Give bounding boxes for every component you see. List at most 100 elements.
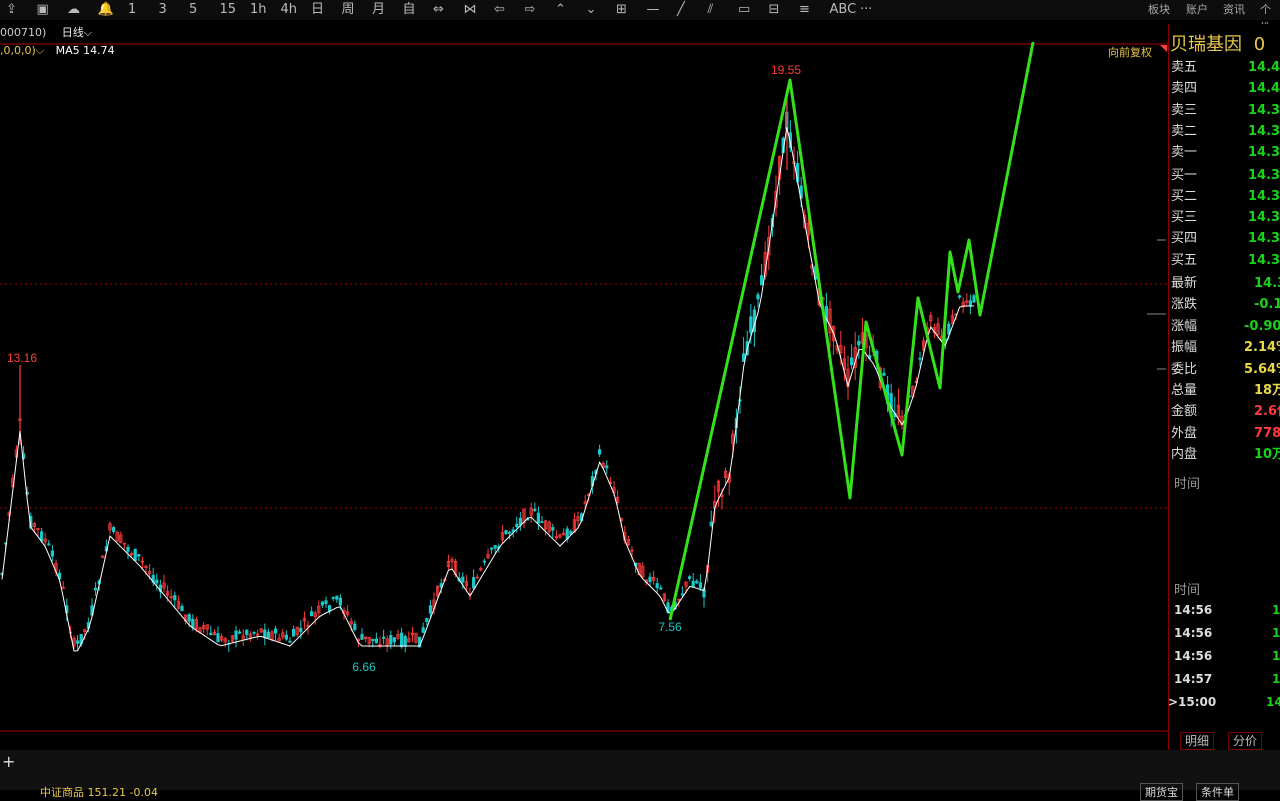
- toolbar-button[interactable]: 4h: [281, 1, 298, 19]
- kline-chart[interactable]: 13.166.667.5619.552024/04/012024/07/0120…: [0, 42, 1168, 732]
- toolbar-button[interactable]: ABC: [830, 1, 857, 19]
- quote-label: 买五: [1171, 252, 1198, 268]
- quote-row[interactable]: 买二 14.3: [1170, 187, 1280, 207]
- candle-body: [392, 637, 397, 643]
- stat-value: 14.3: [1254, 276, 1280, 291]
- candle-body: [655, 583, 659, 589]
- quote-price: 14.3: [1248, 102, 1280, 118]
- candle-body: [324, 600, 328, 604]
- personal-menu[interactable]: 个性: [1260, 1, 1280, 34]
- toolbar-button[interactable]: ▣: [37, 1, 49, 19]
- candle-body: [360, 634, 364, 640]
- toolbar-button[interactable]: 自: [403, 1, 416, 19]
- candle-body: [288, 640, 292, 643]
- stat-value: 5.64%: [1244, 361, 1280, 377]
- trade-price: 14: [1272, 649, 1280, 663]
- trade-row: 14:56 14: [1174, 623, 1280, 643]
- quote-row[interactable]: 买一 14.3: [1170, 166, 1280, 186]
- candle-body: [504, 530, 508, 535]
- futures-button[interactable]: 期货宝: [1140, 783, 1183, 801]
- candle-body: [40, 531, 44, 542]
- toolbar-button[interactable]: ▭: [738, 1, 750, 19]
- candle-body: [187, 614, 191, 622]
- stat-value: 2.14%: [1244, 340, 1280, 356]
- toolbar-button[interactable]: —: [647, 1, 660, 19]
- trade-price: 14: [1272, 603, 1280, 617]
- adjust-mode-label[interactable]: 向前复权: [1108, 44, 1152, 60]
- add-icon[interactable]: +: [2, 752, 15, 771]
- trade-price: 14: [1266, 695, 1280, 709]
- candle-body: [335, 595, 339, 600]
- toolbar-button[interactable]: ☁: [67, 1, 80, 19]
- quote-row[interactable]: 买五 14.3: [1170, 251, 1280, 271]
- candle-body: [968, 300, 973, 307]
- trade-row: >15:00 14: [1168, 692, 1280, 712]
- stat-row: 内盘 10万: [1170, 445, 1280, 465]
- quote-price: 14.3: [1248, 145, 1280, 161]
- tab-detail[interactable]: 明细: [1180, 732, 1215, 750]
- toolbar-button[interactable]: ⌄: [586, 1, 597, 19]
- candle-body: [371, 638, 375, 642]
- toolbar-button[interactable]: ⇪: [6, 1, 17, 19]
- toolbar-button[interactable]: ⇦: [494, 1, 505, 19]
- candle-body: [461, 576, 465, 583]
- toolbar-button[interactable]: ⇨: [525, 1, 536, 19]
- period-selector[interactable]: 日线: [62, 26, 84, 39]
- candle-body: [515, 523, 519, 528]
- quote-row[interactable]: 卖五 14.4: [1170, 58, 1280, 78]
- toolbar-button[interactable]: ╱: [677, 1, 685, 19]
- toolbar-button[interactable]: ···: [860, 1, 872, 19]
- candle-body: [389, 634, 393, 645]
- toolbar-button[interactable]: ⊟: [769, 1, 780, 19]
- quote-row[interactable]: 卖四 14.4: [1170, 79, 1280, 99]
- stat-value: 18万: [1254, 383, 1280, 398]
- quote-row[interactable]: 卖三 14.3: [1170, 101, 1280, 121]
- quote-row[interactable]: 买三 14.3: [1170, 208, 1280, 228]
- stat-row: 金额 2.6亿: [1170, 402, 1280, 422]
- toolbar-button[interactable]: 🔔: [98, 1, 114, 19]
- quote-row[interactable]: 卖二 14.3: [1170, 122, 1280, 142]
- news-menu[interactable]: 资讯: [1223, 1, 1245, 19]
- account-menu[interactable]: 账户: [1186, 1, 1208, 19]
- candle-body: [47, 543, 51, 546]
- stat-row: 最新 14.3: [1170, 274, 1280, 294]
- sector-menu[interactable]: 板块: [1148, 1, 1170, 19]
- toolbar-button[interactable]: 1h: [250, 1, 267, 19]
- candle-body: [958, 295, 962, 298]
- chevron-down-icon[interactable]: ⌵: [84, 26, 92, 39]
- trade-price: 14: [1272, 626, 1280, 640]
- wave-trend-line: [668, 42, 1035, 621]
- conditional-order-button[interactable]: 条件单: [1196, 783, 1239, 801]
- quote-row[interactable]: 卖一 14.3: [1170, 143, 1280, 163]
- candle-body: [540, 521, 544, 523]
- toolbar-button[interactable]: ⇔: [433, 1, 444, 19]
- toolbar-button[interactable]: 日: [311, 1, 324, 19]
- candle-body: [381, 636, 386, 639]
- candle-body: [518, 517, 523, 526]
- candle-body: [425, 618, 429, 622]
- toolbar-button[interactable]: ⌃: [555, 1, 566, 19]
- toolbar-button[interactable]: 1: [128, 1, 136, 19]
- quote-row[interactable]: 买四 14.3: [1170, 229, 1280, 249]
- candle-body: [155, 579, 159, 584]
- toolbar-button[interactable]: 15: [220, 1, 237, 19]
- toolbar: ⇪ ▣ ☁ 🔔 1 3 5 15 1h 4h 日周月自 ⇔ ⋈ ⇦ ⇨ ⌃ ⌄ ⊞ — ╱ ⫽ ▭ ⊟ ≡ ABC ··· 板块 …: [0, 0, 1280, 34]
- stat-label: 总量: [1171, 383, 1198, 398]
- toolbar-button[interactable]: 3: [159, 1, 167, 19]
- candle-body: [482, 560, 487, 563]
- toolbar-button[interactable]: 周: [342, 1, 355, 19]
- candle-body: [353, 623, 357, 630]
- candle-body: [688, 576, 692, 579]
- toolbar-button[interactable]: ⊞: [616, 1, 627, 19]
- candle-body: [133, 548, 137, 561]
- toolbar-button[interactable]: ≡: [799, 1, 810, 19]
- candle-body: [489, 547, 494, 550]
- quote-label: 卖五: [1171, 60, 1198, 75]
- stat-label: 委比: [1171, 361, 1198, 377]
- toolbar-button[interactable]: 月: [372, 1, 385, 19]
- toolbar-button[interactable]: ⫽: [708, 1, 714, 19]
- stat-value: -0.1: [1254, 297, 1280, 313]
- tab-price-distribution[interactable]: 分价: [1228, 732, 1263, 750]
- toolbar-button[interactable]: 5: [189, 1, 197, 19]
- toolbar-button[interactable]: ⋈: [464, 1, 477, 19]
